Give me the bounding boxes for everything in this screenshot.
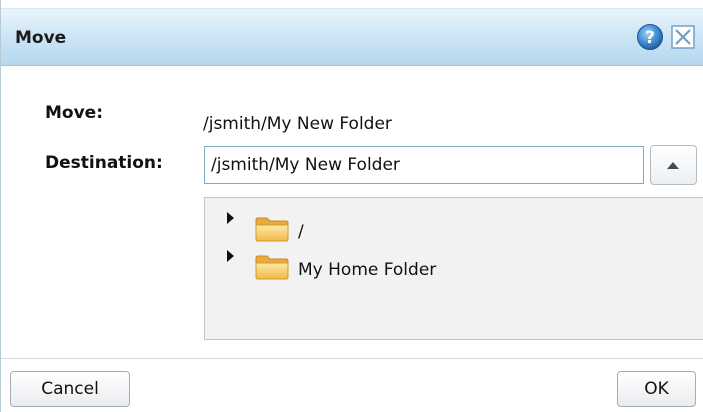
ok-button[interactable]: OK [617,371,696,407]
dialog-footer: Cancel OK [1,359,703,412]
move-dialog: Move ? Move: /jsmith/My New Folder Desti… [0,0,703,412]
close-icon[interactable] [670,24,696,50]
folder-icon [255,217,289,242]
tree-item-root[interactable]: / [205,206,685,242]
dialog-title: Move [15,28,67,48]
triangle-right-icon[interactable] [227,250,234,262]
cancel-button[interactable]: Cancel [10,371,130,407]
destination-label: Destination: [45,153,163,173]
move-label: Move: [45,103,104,123]
dialog-titlebar: Move ? [1,8,703,66]
collapse-tree-button[interactable] [650,145,697,185]
destination-input[interactable] [204,146,644,184]
triangle-up-icon [667,162,679,169]
triangle-right-icon[interactable] [227,212,234,224]
tree-item-label: My Home Folder [298,260,437,280]
folder-icon [255,255,289,280]
move-source-path: /jsmith/My New Folder [203,114,392,134]
svg-text:?: ? [645,28,655,48]
folder-tree: / My Home Folder [204,197,703,340]
help-icon[interactable]: ? [636,23,664,51]
tree-item-label: / [298,222,304,242]
tree-item-my-home-folder[interactable]: My Home Folder [205,244,685,280]
